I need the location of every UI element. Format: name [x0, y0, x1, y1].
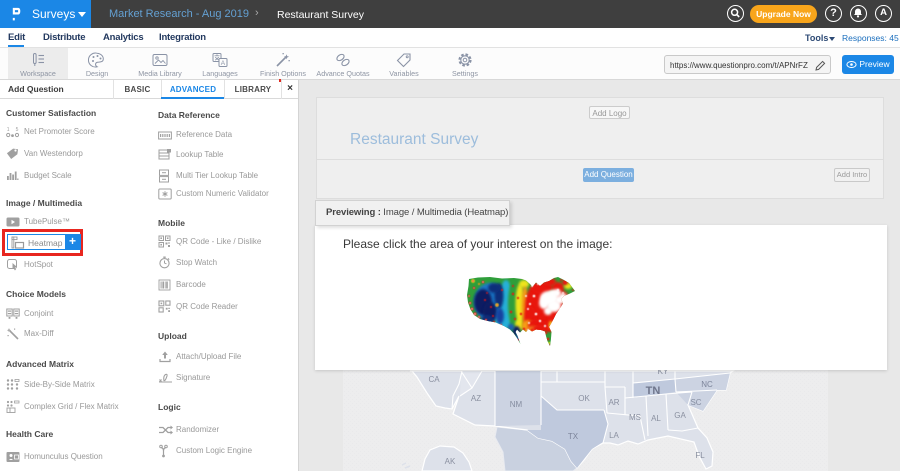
svg-text:TN: TN — [646, 385, 661, 397]
svg-text:NM: NM — [510, 400, 523, 409]
svg-text:CA: CA — [428, 375, 440, 384]
svg-text:OK: OK — [578, 394, 590, 403]
svg-text:NC: NC — [701, 380, 713, 389]
svg-text:1: 1 — [7, 127, 10, 133]
svg-text:LA: LA — [609, 431, 619, 440]
svg-text:5: 5 — [16, 127, 19, 133]
svg-text:AZ: AZ — [471, 394, 481, 403]
svg-text:FL: FL — [695, 451, 705, 460]
svg-text:AK: AK — [445, 457, 456, 466]
svg-text:KY: KY — [658, 370, 669, 376]
svg-text:TX: TX — [568, 432, 579, 441]
svg-text:AR: AR — [608, 398, 619, 407]
svg-text:A: A — [221, 60, 226, 67]
svg-text:AL: AL — [651, 414, 661, 423]
svg-text:GA: GA — [674, 411, 686, 420]
svg-text:SC: SC — [690, 398, 701, 407]
svg-text:MS: MS — [629, 413, 641, 422]
